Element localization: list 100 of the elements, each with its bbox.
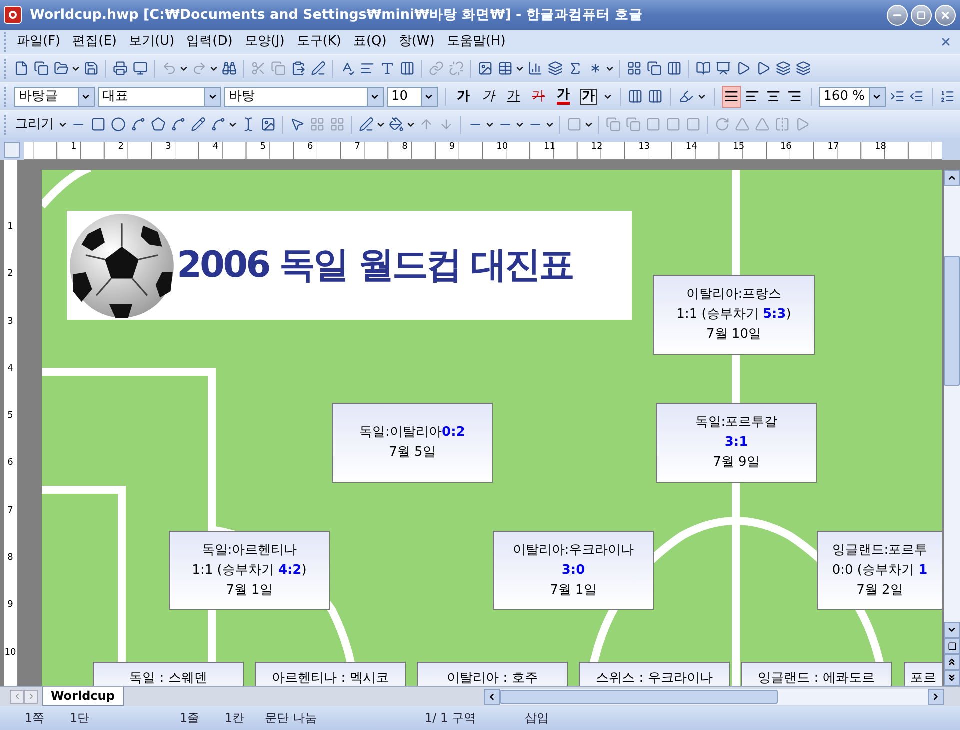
match-text: 7월 2일 [856,582,904,600]
status-item: 1줄 [180,710,201,727]
ruler-number: 4 [6,364,14,376]
match-text: 3:0 [562,562,586,580]
match-text: 아르헨티나 : 멕시코 [272,670,389,686]
ruler-number: 3 [6,316,14,329]
character-format-button[interactable]: 가 [552,86,575,106]
ruler-number: 8 [6,553,14,566]
ruler-number: 18 [875,142,888,152]
ruler-number: 13 [638,142,652,152]
app-logo-icon [4,6,22,24]
previous-page-icon[interactable] [944,654,960,670]
match-text: 1:1 (승부차기 5:3) [676,306,792,324]
ruler-number: 1 [71,142,78,152]
menu-item[interactable]: 보기(U) [122,32,181,52]
page-icon[interactable] [944,638,960,654]
maximize-icon[interactable] [911,4,932,26]
match-text: 3:1 [724,434,748,452]
menu-item[interactable]: 파일(F) [11,32,67,52]
ruler-number: 16 [780,142,793,152]
character-format-button[interactable]: 가 [502,86,525,106]
ruler-number: 15 [733,142,746,152]
ruler-number: 8 [402,142,409,152]
match-text: 독일:이탈리아0:2 [360,424,466,442]
match-text: 이탈리아:우크라이나 [512,542,634,560]
ruler-number: 2 [118,142,126,152]
ruler-number: 9 [449,142,456,152]
character-format-button[interactable]: 가 [478,86,500,106]
vertical-scrollbar[interactable] [944,170,960,686]
match-text: 독일:아르헨티나 [202,542,298,560]
ruler-number: 4 [212,142,220,152]
scroll-left-icon[interactable] [484,688,500,704]
close-icon[interactable] [940,36,952,48]
ruler-number: 6 [307,142,314,152]
align-lines-icon [745,89,760,104]
next-page-icon[interactable] [944,670,960,686]
ruler-number: 2 [6,269,14,282]
ruler-number: 5 [6,411,14,424]
match-text: 잉글랜드:포르투 [832,542,928,560]
match-text: 7월 1일 [550,582,597,600]
font-dropdown[interactable]: 바탕 [224,86,384,106]
match-text: 포르 [910,670,936,686]
ruler-number: 7 [354,142,362,152]
sheet-tab[interactable]: Worldcup [42,687,124,706]
match-text: 7월 10일 [706,326,762,344]
minimize-icon[interactable] [887,4,908,26]
character-format-button[interactable]: 가 [452,86,475,106]
horizontal-scrollbar[interactable] [484,688,944,704]
status-item: 1단 [70,710,91,727]
ruler-number: 10 [496,142,510,152]
menu-item[interactable]: 편집(E) [66,32,123,52]
character-format-button[interactable]: 가 [578,86,600,106]
match-text: 잉글랜드 : 에콰도르 [758,670,875,686]
banner-title: 2006 독일 월드컵 대진표 [177,244,573,288]
soccer-ball-icon [69,212,175,318]
ruler-number: 6 [6,458,14,470]
match-text: 이탈리아 : 호주 [447,670,538,686]
status-item: 1/ 1 구역 [425,710,477,727]
align-lines-icon [787,89,802,104]
match-text: 0:0 (승부차기 1 [832,562,928,580]
window-title: Worldcup.hwp [C:₩Documents and Settings₩mini₩바탕 화면₩] - 한글과컴퓨터 호글 [30,6,644,25]
zoom-dropdown[interactable]: 160 % [818,86,886,106]
match-text: 7월 9일 [713,454,760,472]
align-button[interactable] [722,86,741,108]
status-item: 1칸 [225,710,246,727]
menu-item[interactable]: 도움말(H) [440,32,512,52]
ruler-number: 14 [686,142,698,152]
ruler-number: 7 [6,506,14,518]
draw-menu-button[interactable]: 그리기 [11,114,58,134]
scroll-up-icon[interactable] [944,170,960,186]
status-item: 1쪽 [25,710,46,727]
status-item: 삽입 [525,710,550,727]
align-lines-icon [724,89,739,104]
font-size-dropdown[interactable]: 10 [386,86,438,106]
menu-item[interactable]: 표(Q) [347,32,393,52]
scroll-down-icon[interactable] [944,622,960,638]
match-text: 이탈리아:프랑스 [686,286,782,304]
menu-item[interactable]: 입력(D) [180,32,239,52]
character-format-button[interactable]: 가 [528,86,550,106]
menu-item[interactable]: 창(W) [392,32,441,52]
match-text: 독일:포르투갈 [695,414,778,432]
match-text: 1:1 (승부차기 4:2) [192,562,307,580]
match-text: 스위스 : 우크라이나 [596,670,713,686]
font-group-dropdown[interactable]: 대표 [98,86,222,106]
ruler-number: 17 [828,142,840,152]
close-icon[interactable] [935,4,956,26]
scroll-right-icon[interactable] [928,688,944,704]
status-item: 문단 나눔 [265,710,318,727]
style-dropdown[interactable]: 바탕글 [14,86,95,106]
ruler-number: 9 [6,600,14,612]
match-text: 7월 5일 [389,444,436,462]
scroll-thumb[interactable] [944,256,960,386]
ruler-number: 12 [591,142,604,152]
menu-item[interactable]: 도구(K) [290,32,348,52]
scroll-thumb[interactable] [500,690,778,704]
menu-item[interactable]: 모양(J) [238,32,291,52]
ruler-number: 10 [4,648,17,660]
ruler-number: 11 [544,142,556,152]
match-text: 7월 1일 [226,582,273,600]
ruler-number: 1 [6,222,14,234]
